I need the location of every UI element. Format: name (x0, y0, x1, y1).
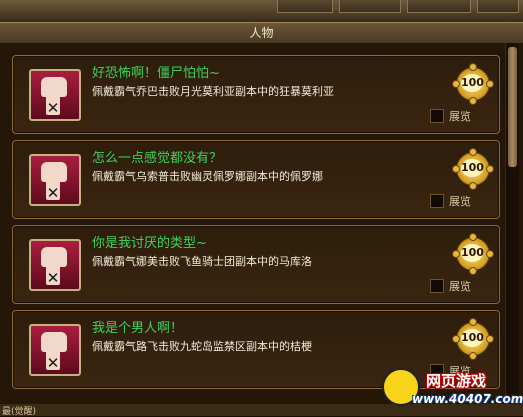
top-tab-button[interactable] (477, 0, 519, 13)
top-tab-button[interactable] (407, 0, 471, 13)
achievement-fist-icon: ✕ (29, 324, 81, 376)
scrollbar-thumb[interactable] (508, 47, 517, 167)
achievement-description: 佩戴霸气路飞击败九蛇岛监禁区副本中的桔梗 (92, 340, 312, 353)
achievement-points: 100 (461, 74, 484, 92)
achievement-points: 100 (461, 329, 484, 347)
points-medal-icon: 100 (452, 63, 494, 105)
top-toolbar-strip (0, 0, 523, 22)
locked-x-icon: ✕ (46, 99, 60, 117)
achievement-fist-icon: ✕ (29, 154, 81, 206)
browse-label: 展览 (449, 110, 471, 123)
achievement-card: ✕ 你是我讨厌的类型~ 佩戴霸气娜美击败飞鱼骑士团副本中的马库洛 100 展览 (12, 225, 500, 304)
achievement-title: 好恐怖啊！僵尸怕怕~ (92, 66, 220, 81)
points-medal-icon: 100 (452, 318, 494, 360)
site-watermark: 网页游戏 www.40407.com (382, 368, 523, 412)
achievement-card: ✕ 怎么一点感觉都没有？ 佩戴霸气乌索普击败幽灵佩罗娜副本中的佩罗娜 100 展… (12, 140, 500, 219)
watermark-line1: 网页游戏 (426, 372, 487, 390)
achievement-description: 佩戴霸气乔巴击败月光莫利亚副本中的狂暴莫利亚 (92, 85, 334, 98)
top-tab-button[interactable] (339, 0, 401, 13)
achievement-title: 怎么一点感觉都没有？ (92, 151, 223, 166)
achievement-list: ✕ 好恐怖啊！僵尸怕怕~ 佩戴霸气乔巴击败月光莫利亚副本中的狂暴莫利亚 100 … (0, 43, 523, 416)
browse-label: 展览 (449, 280, 471, 293)
locked-x-icon: ✕ (46, 184, 60, 202)
achievement-title: 你是我讨厌的类型~ (92, 236, 207, 251)
footer-text: 最(觉醒) (2, 407, 37, 417)
points-medal-icon: 100 (452, 148, 494, 190)
browse-checkbox[interactable] (430, 194, 444, 208)
achievement-fist-icon: ✕ (29, 239, 81, 291)
watermark-line2: www.40407.com (412, 392, 523, 406)
browse-checkbox[interactable] (430, 279, 444, 293)
achievement-description: 佩戴霸气娜美击败飞鱼骑士团副本中的马库洛 (92, 255, 312, 268)
achievement-card: ✕ 好恐怖啊！僵尸怕怕~ 佩戴霸气乔巴击败月光莫利亚副本中的狂暴莫利亚 100 … (12, 55, 500, 134)
points-medal-icon: 100 (452, 233, 494, 275)
achievement-points: 100 (461, 159, 484, 177)
window-title: 人物 (0, 22, 523, 44)
achievement-points: 100 (461, 244, 484, 262)
achievement-fist-icon: ✕ (29, 69, 81, 121)
achievement-description: 佩戴霸气乌索普击败幽灵佩罗娜副本中的佩罗娜 (92, 170, 323, 183)
top-tab-button[interactable] (277, 0, 333, 13)
locked-x-icon: ✕ (46, 354, 60, 372)
achievement-title: 我是个男人啊！ (92, 321, 184, 336)
browse-checkbox[interactable] (430, 109, 444, 123)
locked-x-icon: ✕ (46, 269, 60, 287)
vertical-scrollbar[interactable] (505, 43, 519, 416)
browse-label: 展览 (449, 195, 471, 208)
